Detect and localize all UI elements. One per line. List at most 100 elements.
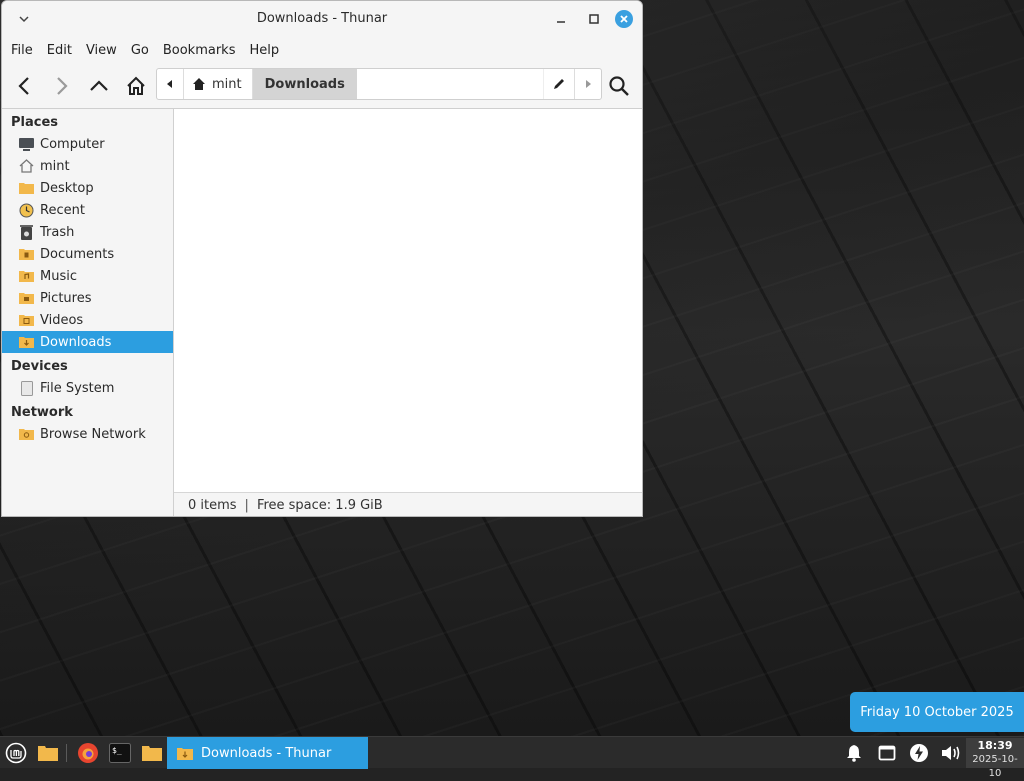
clock-date: 2025-10-10 bbox=[972, 754, 1018, 779]
menu-edit[interactable]: Edit bbox=[40, 37, 79, 65]
menu-go[interactable]: Go bbox=[124, 37, 156, 65]
path-scroll-left-button[interactable] bbox=[157, 69, 184, 99]
volume-button[interactable] bbox=[939, 741, 963, 765]
edit-location-button[interactable] bbox=[543, 69, 574, 99]
notifications-button[interactable] bbox=[842, 741, 866, 765]
show-desktop-button[interactable] bbox=[36, 741, 60, 765]
clock-time: 18:39 bbox=[977, 739, 1013, 752]
sidebar-item-downloads[interactable]: Downloads bbox=[2, 331, 173, 353]
taskbar: $_ Downloads - Thunar 18:39 2025-10-10 bbox=[0, 736, 1024, 779]
mint-logo-icon bbox=[5, 742, 27, 764]
search-button[interactable] bbox=[604, 71, 634, 101]
sidebar-item-label: Desktop bbox=[40, 180, 94, 196]
search-icon bbox=[609, 76, 629, 96]
folder-icon bbox=[38, 746, 58, 761]
location-bar[interactable]: mint Downloads bbox=[156, 68, 602, 100]
menu-bar: File Edit View Go Bookmarks Help bbox=[2, 37, 642, 65]
path-empty-area[interactable] bbox=[357, 69, 543, 99]
sidebar-item-label: mint bbox=[40, 158, 70, 174]
pencil-icon bbox=[554, 79, 564, 89]
taskbar-window-button[interactable]: Downloads - Thunar bbox=[167, 737, 368, 769]
svg-text:$_: $_ bbox=[112, 746, 122, 755]
power-manager-button[interactable] bbox=[907, 741, 931, 765]
free-space: Free space: 1.9 GiB bbox=[256, 497, 383, 513]
pictures-folder-icon bbox=[19, 291, 34, 306]
clock-icon bbox=[19, 203, 34, 218]
folder-icon bbox=[19, 181, 34, 196]
close-button[interactable] bbox=[615, 10, 633, 28]
back-arrow-icon bbox=[18, 77, 29, 95]
title-bar[interactable]: Downloads - Thunar bbox=[2, 1, 642, 37]
devices-header: Devices bbox=[11, 359, 68, 374]
menu-help[interactable]: Help bbox=[242, 37, 286, 65]
firefox-launcher[interactable] bbox=[76, 741, 100, 765]
back-button[interactable] bbox=[10, 71, 40, 101]
file-view[interactable] bbox=[174, 109, 642, 492]
side-pane: Places Computer mint Desktop Recent Tras… bbox=[2, 109, 174, 516]
menu-button[interactable] bbox=[4, 741, 28, 765]
videos-folder-icon bbox=[19, 313, 34, 328]
documents-folder-icon bbox=[19, 247, 34, 262]
up-arrow-icon bbox=[90, 80, 108, 91]
network-folder-icon bbox=[19, 427, 34, 442]
sidebar-item-label: File System bbox=[40, 380, 115, 396]
lightning-icon bbox=[910, 744, 928, 762]
path-button-current[interactable]: Downloads bbox=[252, 69, 357, 99]
path-button-home[interactable]: mint bbox=[184, 69, 253, 99]
sidebar-item-file-system[interactable]: File System bbox=[2, 377, 173, 399]
triangle-left-icon bbox=[167, 80, 172, 88]
sidebar-item-label: Pictures bbox=[40, 290, 92, 306]
content-area: Places Computer mint Desktop Recent Tras… bbox=[2, 108, 642, 516]
bell-icon bbox=[847, 745, 861, 762]
home-button[interactable] bbox=[121, 71, 151, 101]
parent-folder-button[interactable] bbox=[84, 71, 114, 101]
sidebar-item-label: Recent bbox=[40, 202, 85, 218]
status-separator: | bbox=[244, 497, 249, 513]
taskbar-window-label: Downloads - Thunar bbox=[201, 745, 332, 761]
forward-button[interactable] bbox=[46, 71, 76, 101]
firefox-icon bbox=[78, 743, 98, 763]
sidebar-item-label: Videos bbox=[40, 312, 84, 328]
sidebar-item-documents[interactable]: Documents bbox=[2, 243, 173, 265]
sidebar-item-recent[interactable]: Recent bbox=[2, 199, 173, 221]
clock[interactable]: 18:39 2025-10-10 bbox=[966, 738, 1024, 779]
folder-icon bbox=[142, 746, 162, 761]
sidebar-item-mint[interactable]: mint bbox=[2, 155, 173, 177]
minimize-button[interactable] bbox=[552, 10, 570, 28]
sidebar-item-label: Downloads bbox=[40, 334, 112, 350]
sidebar-item-videos[interactable]: Videos bbox=[2, 309, 173, 331]
drive-icon bbox=[19, 380, 34, 396]
toolbar: mint Downloads bbox=[2, 65, 642, 107]
sidebar-item-label: Documents bbox=[40, 246, 115, 262]
home-icon bbox=[127, 76, 145, 95]
downloads-folder-icon bbox=[19, 335, 34, 350]
path-scroll-right-button[interactable] bbox=[574, 69, 601, 99]
sidebar-item-label: Browse Network bbox=[40, 426, 146, 442]
downloads-folder-icon bbox=[177, 747, 193, 760]
forward-arrow-icon bbox=[57, 77, 68, 95]
home-icon bbox=[19, 159, 34, 174]
sidebar-item-pictures[interactable]: Pictures bbox=[2, 287, 173, 309]
sidebar-item-computer[interactable]: Computer bbox=[2, 133, 173, 155]
menu-file[interactable]: File bbox=[4, 37, 40, 65]
sidebar-item-label: Trash bbox=[40, 224, 75, 240]
close-icon bbox=[620, 15, 628, 23]
sidebar-item-browse-network[interactable]: Browse Network bbox=[2, 423, 173, 445]
terminal-launcher[interactable]: $_ bbox=[108, 741, 132, 765]
maximize-button[interactable] bbox=[585, 10, 603, 28]
music-folder-icon bbox=[19, 269, 34, 284]
menu-view[interactable]: View bbox=[79, 37, 124, 65]
sidebar-item-desktop[interactable]: Desktop bbox=[2, 177, 173, 199]
path-home-label: mint bbox=[212, 76, 242, 92]
workspace-button[interactable] bbox=[875, 741, 899, 765]
sidebar-item-music[interactable]: Music bbox=[2, 265, 173, 287]
window-icon bbox=[878, 745, 896, 761]
status-bar: 0 items | Free space: 1.9 GiB bbox=[174, 492, 642, 516]
sidebar-item-label: Computer bbox=[40, 136, 105, 152]
menu-bookmarks[interactable]: Bookmarks bbox=[156, 37, 243, 65]
date-popup: Friday 10 October 2025 bbox=[850, 692, 1024, 732]
home-icon bbox=[193, 78, 205, 90]
files-launcher[interactable] bbox=[140, 741, 164, 765]
item-count: 0 items bbox=[188, 497, 237, 513]
sidebar-item-trash[interactable]: Trash bbox=[2, 221, 173, 243]
